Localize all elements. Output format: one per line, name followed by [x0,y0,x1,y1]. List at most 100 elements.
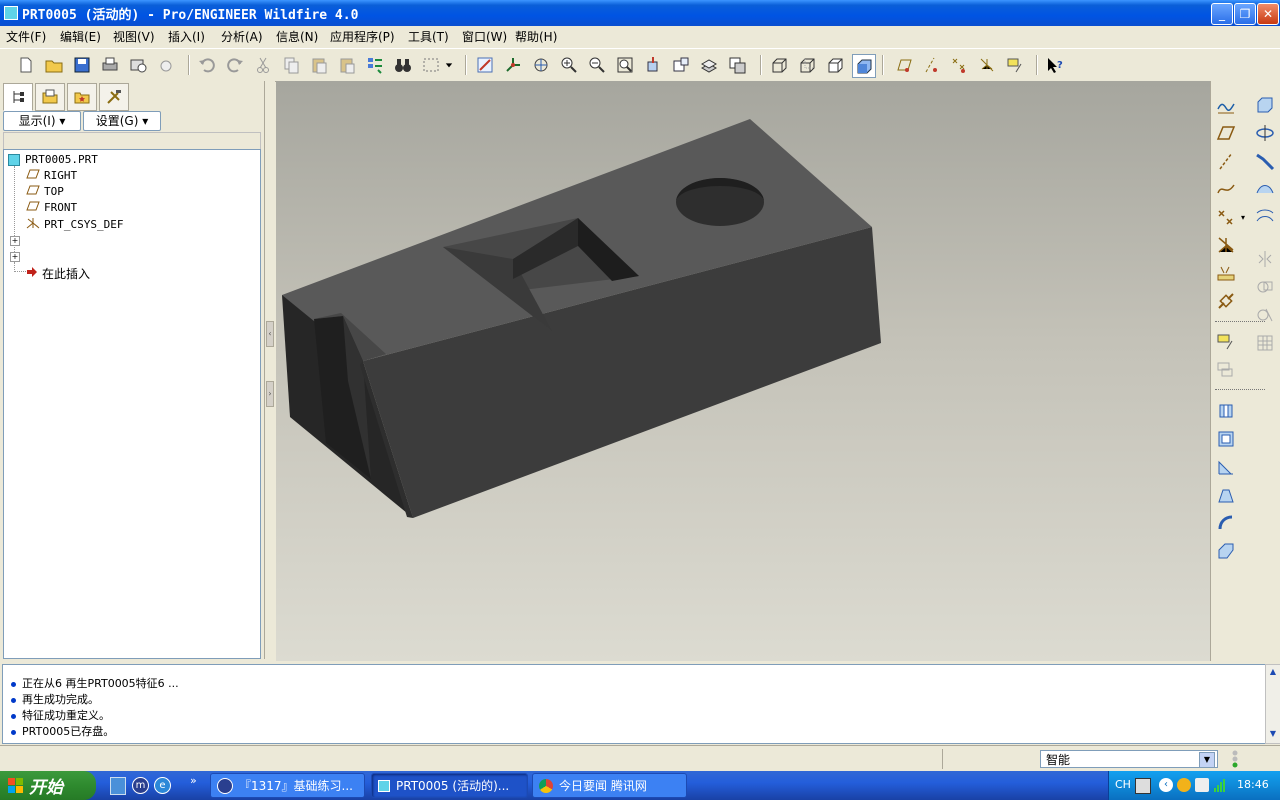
datum-points-toggle-icon[interactable] [948,54,970,76]
selection-dropdown-icon[interactable] [442,54,456,76]
selection-filter[interactable]: 智能 ▼ [1040,750,1218,768]
mirror-disabled-icon[interactable] [1253,247,1277,271]
settings-dropdown[interactable]: 设置(G) ▾ [83,111,161,131]
language-indicator[interactable]: CH [1115,778,1131,791]
tab-connections[interactable] [99,83,129,111]
taskbar-item-proe[interactable]: PRT0005 (活动的)... [371,773,528,798]
tree-item-csys[interactable]: PRT_CSYS_DEF [26,217,123,232]
selection-box-icon[interactable] [420,54,442,76]
insert-here-marker[interactable]: 在此插入 [26,265,90,282]
menu-edit[interactable]: 编辑(E) [60,28,101,45]
datum-csys-tool-icon[interactable] [1214,233,1238,257]
annotation-disabled-icon[interactable] [1214,357,1238,381]
tray-collapse-icon[interactable]: ‹ [1159,778,1173,792]
refit-icon[interactable] [614,54,636,76]
saved-views-icon[interactable] [670,54,692,76]
open-folder-icon[interactable] [43,54,65,76]
graphics-window[interactable] [276,81,1210,661]
save-icon[interactable] [71,54,93,76]
start-button[interactable]: 开始 [0,771,96,800]
merge-disabled-icon[interactable] [1253,275,1277,299]
tree-item-front[interactable]: FRONT [26,201,77,214]
blend-tool-icon[interactable] [1253,177,1277,201]
menu-applications[interactable]: 应用程序(P) [330,28,395,45]
zoom-out-icon[interactable] [586,54,608,76]
send-mail-icon[interactable] [127,54,149,76]
reorient-icon[interactable] [642,54,664,76]
copy-icon[interactable] [280,54,302,76]
paste-special-icon[interactable] [336,54,358,76]
hidden-line-icon[interactable] [796,54,818,76]
annotation-toggle-icon[interactable] [1004,54,1026,76]
new-file-icon[interactable] [15,54,37,76]
orient-mode-icon[interactable] [530,54,552,76]
spin-center-icon[interactable] [502,54,524,76]
find-binoculars-icon[interactable] [392,54,414,76]
volume-icon[interactable] [1195,778,1209,792]
message-scrollbar[interactable]: ▲ ▼ [1265,664,1280,744]
dropdown-arrow-icon[interactable]: ▾ [1241,213,1245,222]
scroll-down-icon[interactable]: ▼ [1267,728,1279,740]
sketch-tool-icon[interactable] [1214,93,1238,117]
context-help-icon[interactable]: ? [1044,54,1066,76]
menu-insert[interactable]: 插入(I) [168,28,205,45]
no-hidden-icon[interactable] [824,54,846,76]
menu-window[interactable]: 窗口(W) [462,28,507,45]
send-link-icon[interactable] [155,54,177,76]
datum-curve-tool-icon[interactable] [1214,177,1238,201]
chamfer-tool-icon[interactable] [1214,539,1238,563]
filter-dropdown-icon[interactable]: ▼ [1199,752,1215,768]
datum-axes-toggle-icon[interactable] [920,54,942,76]
print-icon[interactable] [99,54,121,76]
wireframe-icon[interactable] [768,54,790,76]
draft-tool-icon[interactable] [1214,483,1238,507]
datum-planes-toggle-icon[interactable] [892,54,914,76]
boundary-blend-icon[interactable] [1253,205,1277,229]
menu-view[interactable]: 视图(V) [113,28,155,45]
taskbar-item-news[interactable]: 今日要闻 腾讯网 [532,773,687,798]
view-manager-icon[interactable] [726,54,748,76]
tab-folder-browser[interactable] [35,83,65,111]
app-icon[interactable] [4,6,18,20]
shell-tool-icon[interactable] [1214,427,1238,451]
round-tool-icon[interactable] [1214,511,1238,535]
panel-splitter[interactable]: ‹ › [264,81,275,659]
tree-expander[interactable]: + [10,252,20,262]
title-bar[interactable]: PRT0005 (活动的) - Pro/ENGINEER Wildfire 4.… [0,0,1280,26]
scroll-up-icon[interactable]: ▲ [1267,666,1279,678]
rib-tool-icon[interactable] [1214,455,1238,479]
cut-icon[interactable] [252,54,274,76]
paste-icon[interactable] [308,54,330,76]
restore-button[interactable]: ❐ [1234,3,1256,25]
tab-favorites[interactable] [67,83,97,111]
datum-plane-tool-icon[interactable] [1214,121,1238,145]
qq-icon[interactable] [1177,778,1191,792]
datum-point-tool-icon[interactable] [1214,205,1238,229]
taskbar-item-browser[interactable]: 『1317』基础练习... [210,773,365,798]
tab-model-tree[interactable] [3,83,33,111]
revolve-tool-icon[interactable] [1253,121,1277,145]
part-model[interactable] [276,81,1210,661]
maxthon-icon[interactable]: m [132,777,149,794]
quicklaunch-more[interactable]: » [190,774,197,787]
annotation-tool-icon[interactable] [1214,329,1238,353]
trim-disabled-icon[interactable] [1253,303,1277,327]
ie-icon[interactable]: e [154,777,171,794]
menu-help[interactable]: 帮助(H) [515,28,557,45]
datum-axis-tool-icon[interactable] [1214,149,1238,173]
regenerate-icon[interactable] [364,54,386,76]
undo-icon[interactable] [196,54,218,76]
network-signal-icon[interactable] [1213,778,1227,792]
tree-item-top[interactable]: TOP [26,185,64,198]
display-dropdown[interactable]: 显示(I) ▾ [3,111,81,131]
clock[interactable]: 18:46 [1237,778,1269,791]
csys-toggle-icon[interactable] [976,54,998,76]
menu-info[interactable]: 信息(N) [276,28,318,45]
show-desktop-icon[interactable] [110,777,126,795]
hole-tool-icon[interactable] [1214,399,1238,423]
tree-root[interactable]: PRT0005.PRT [8,153,98,166]
sweep-tool-icon[interactable] [1253,149,1277,173]
menu-tools[interactable]: 工具(T) [408,28,449,45]
tree-expander[interactable]: + [10,236,20,246]
expand-right-arrow-icon[interactable]: › [266,381,274,407]
